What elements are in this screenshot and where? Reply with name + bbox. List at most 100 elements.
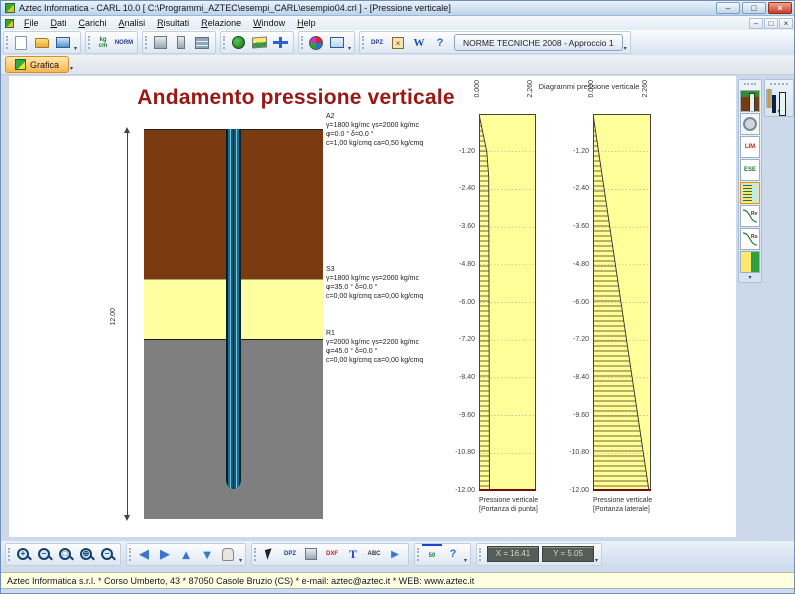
pan-hand-icon[interactable] — [218, 544, 238, 564]
close-button[interactable]: × — [768, 2, 792, 14]
units-icon[interactable]: kgcm — [93, 33, 113, 53]
axis-label-min: 0.000 — [588, 80, 595, 98]
save-icon[interactable] — [53, 33, 73, 53]
word-export-icon[interactable]: W — [409, 33, 429, 53]
load-line-icon[interactable] — [270, 33, 290, 53]
soil-label-s3: S3 γ=1800 kg/mc γs=2000 kg/mc φ=35.0 ° δ… — [326, 265, 476, 301]
norme-selector[interactable]: NORME TECNICHE 2008 - Approccio 1 — [454, 34, 623, 51]
depth-tick-label: -8.40 — [555, 374, 589, 381]
axis-label-min: 0.000 — [474, 80, 481, 98]
depth-tick-label: -10.80 — [555, 449, 589, 456]
model-toolbar-group — [220, 31, 294, 54]
document-icon[interactable] — [5, 19, 14, 28]
company-info: Aztec Informatica s.r.l. * Corso Umberto… — [1, 576, 474, 586]
help-icon[interactable]: ? — [430, 33, 450, 53]
analysis-toolbar-group: ▾ — [298, 31, 355, 54]
redraw-brush-icon[interactable]: ▶ — [385, 544, 405, 564]
pan-left-icon[interactable]: ◀ — [134, 544, 154, 564]
load-settlement-rv-icon[interactable]: Rv — [740, 205, 760, 227]
menu-help[interactable]: Help — [291, 18, 322, 28]
pressure-diagram-icon[interactable] — [740, 182, 760, 204]
norme-icon[interactable]: NORM — [114, 33, 134, 53]
lim-results-icon[interactable]: LIM — [740, 136, 760, 158]
zoom-extents-icon[interactable]: ⊕ — [76, 544, 96, 564]
group-overflow-chevron[interactable]: ▾ — [595, 557, 598, 564]
export-toolbar-group: DPZ × W ? NORME TECNICHE 2008 - Approcci… — [359, 31, 631, 54]
menu-analisi[interactable]: Analisi — [113, 18, 152, 28]
depth-tick-label: -12.00 — [555, 487, 589, 494]
depth-tick-label: -9.60 — [441, 412, 475, 419]
child-close-button[interactable]: × — [779, 18, 793, 29]
pan-up-icon[interactable]: ▲ — [176, 544, 196, 564]
pressure-diagram-chart — [479, 114, 536, 491]
circle-section-icon[interactable] — [740, 113, 760, 135]
dimension-arrow-bottom — [124, 515, 130, 521]
group-overflow-chevron[interactable]: ▾ — [239, 557, 242, 564]
menu-relazione[interactable]: Relazione — [195, 18, 247, 28]
pile-driver-icon[interactable] — [150, 33, 170, 53]
history-icon[interactable]: × — [388, 33, 408, 53]
group-overflow-chevron[interactable]: ▾ — [464, 557, 467, 564]
new-window-icon[interactable] — [327, 33, 347, 53]
dpz-export-icon[interactable]: DPZ — [367, 33, 387, 53]
pile-section-icon[interactable] — [740, 90, 760, 112]
menu-dati[interactable]: Dati — [45, 18, 73, 28]
spellcheck-icon[interactable]: ABC — [364, 544, 384, 564]
soil-label-a2: A2 γ=1800 kg/mc γs=2000 kg/mc φ=0.0 ° δ=… — [326, 112, 476, 148]
zoom-previous-icon[interactable]: − — [97, 544, 117, 564]
tab-grafica[interactable]: Grafica — [5, 56, 69, 73]
pan-down-icon[interactable]: ▼ — [197, 544, 217, 564]
soil-label-r1: R1 γ=2000 kg/mc γs=2200 kg/mc φ=45.0 ° δ… — [326, 329, 476, 365]
depth-tick-label: -7.20 — [555, 336, 589, 343]
pan-right-icon[interactable]: ▶ — [155, 544, 175, 564]
new-document-icon[interactable] — [11, 33, 31, 53]
layer-prop-line: γ=1800 kg/mc γs=2000 kg/mc — [326, 121, 476, 130]
restore-button[interactable]: □ — [742, 2, 766, 14]
menu-window[interactable]: Window — [247, 18, 291, 28]
group-overflow-chevron[interactable]: ▾ — [348, 45, 351, 52]
diagram-caption-punta: Pressione verticale [Portanza di punta] — [479, 497, 579, 514]
menu-file[interactable]: File — [18, 18, 45, 28]
menu-risultati[interactable]: Risultati — [151, 18, 195, 28]
layer-prop-line: c=1,00 kg/cmq ca=0,50 kg/cmq — [326, 139, 476, 148]
y-coordinate-readout: Y = 5.05 — [542, 546, 594, 562]
select-cursor-icon[interactable] — [259, 544, 279, 564]
scale-icon[interactable]: 50 — [422, 544, 442, 564]
zoom-out-icon[interactable]: − — [34, 544, 54, 564]
diagram-caption-laterale: Pressione verticale [Portanza laterale] — [593, 497, 693, 514]
zoom-window-icon[interactable]: □ — [55, 544, 75, 564]
group-overflow-chevron[interactable]: ▾ — [74, 45, 77, 52]
child-restore-button[interactable]: □ — [764, 18, 778, 29]
results-toolbar: LIM ESE Rv Ro ▾ — [738, 79, 762, 283]
export-dxf-icon[interactable]: DXF — [322, 544, 342, 564]
file-toolbar-group: ▾ — [3, 31, 81, 54]
load-settlement-ro-icon[interactable]: Ro — [740, 228, 760, 250]
vegetation-icon[interactable] — [228, 33, 248, 53]
settlement-chart-icon[interactable] — [740, 251, 760, 273]
soil-layers-icon[interactable] — [249, 33, 269, 53]
help2-icon[interactable]: ? — [443, 544, 463, 564]
open-folder-icon[interactable] — [32, 33, 52, 53]
zoom-in-icon[interactable]: + — [13, 544, 33, 564]
stratigraphy-icon[interactable] — [192, 33, 212, 53]
rail-overflow-chevron[interactable]: ▾ — [740, 274, 760, 281]
depth-tick-label: -12.00 — [441, 487, 475, 494]
child-minimize-button[interactable]: – — [749, 18, 763, 29]
pile-geometry-icon[interactable] — [171, 33, 191, 53]
options-wheel-icon[interactable] — [306, 33, 326, 53]
minimize-button[interactable]: – — [716, 2, 740, 14]
norme-selector-chevron[interactable]: ▾ — [624, 45, 627, 52]
save-image-icon[interactable] — [301, 544, 321, 564]
embankment-view-icon[interactable] — [770, 89, 772, 108]
depth-tick-label: -6.00 — [441, 299, 475, 306]
depth-tick-label: -8.40 — [441, 374, 475, 381]
edit-toolbar-group: DPZ DXF T ABC ▶ — [251, 543, 409, 566]
save-dpz-icon[interactable]: DPZ — [280, 544, 300, 564]
text-tool-icon[interactable]: T — [343, 544, 363, 564]
tab-overflow-chevron[interactable]: ▾ — [70, 65, 73, 72]
menu-carichi[interactable]: Carichi — [73, 18, 113, 28]
grafica-icon — [15, 59, 26, 70]
ese-results-icon[interactable]: ESE — [740, 159, 760, 181]
status-bar: Aztec Informatica s.r.l. * Corso Umberto… — [1, 572, 795, 589]
layer-prop-line: c=0,00 kg/cmq ca=0,00 kg/cmq — [326, 356, 476, 365]
